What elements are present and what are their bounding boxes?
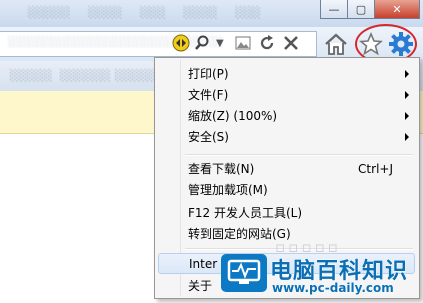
search-icon[interactable] — [194, 32, 210, 54]
submenu-arrow-icon — [405, 111, 409, 120]
submenu-arrow-icon — [405, 90, 409, 99]
menu-bar-blurred: ░░░░░ ░░░░ ░░░ ░░░░ ░░░ — [28, 6, 261, 19]
menu-item-manage-addons[interactable]: 管理加载项(M) — [158, 179, 415, 200]
submenu-arrow-icon — [405, 132, 409, 141]
menu-item-print[interactable]: 打印(P) — [158, 63, 415, 84]
home-icon[interactable] — [322, 30, 350, 58]
maximize-button[interactable]: ▢ — [347, 0, 375, 19]
image-icon[interactable] — [235, 32, 251, 54]
menu-item-zoom[interactable]: 缩放(Z) (100%) — [158, 105, 415, 126]
close-icon: ✕ — [392, 2, 402, 16]
maximize-icon: ▢ — [355, 2, 367, 16]
menu-item-f12-dev-tools[interactable]: F12 开发人员工具(L) — [158, 202, 415, 223]
menu-item-security[interactable]: 安全(S) — [158, 126, 415, 147]
minimize-icon: — — [328, 2, 340, 16]
shortcut-label: Ctrl+J — [358, 161, 393, 176]
monitor-logo-icon — [221, 254, 267, 292]
stop-icon[interactable] — [283, 32, 299, 54]
menu-item-view-downloads[interactable]: 查看下载(N) Ctrl+J — [158, 158, 415, 179]
minimize-button[interactable]: — — [320, 0, 348, 19]
submenu-arrow-icon — [405, 69, 409, 78]
title-bar: ░░░░░ ░░░░ ░░░ ░░░░ ░░░ — ▢ ✕ — [0, 0, 423, 27]
compat-view-icon[interactable] — [172, 32, 190, 54]
dropdown-icon[interactable]: ▼ — [216, 32, 224, 54]
watermark-url: www.pc-daily.com — [272, 281, 394, 296]
menu-item-file[interactable]: 文件(F) — [158, 84, 415, 105]
refresh-icon[interactable] — [258, 32, 276, 54]
close-button[interactable]: ✕ — [374, 0, 420, 19]
menu-separator — [185, 154, 413, 156]
